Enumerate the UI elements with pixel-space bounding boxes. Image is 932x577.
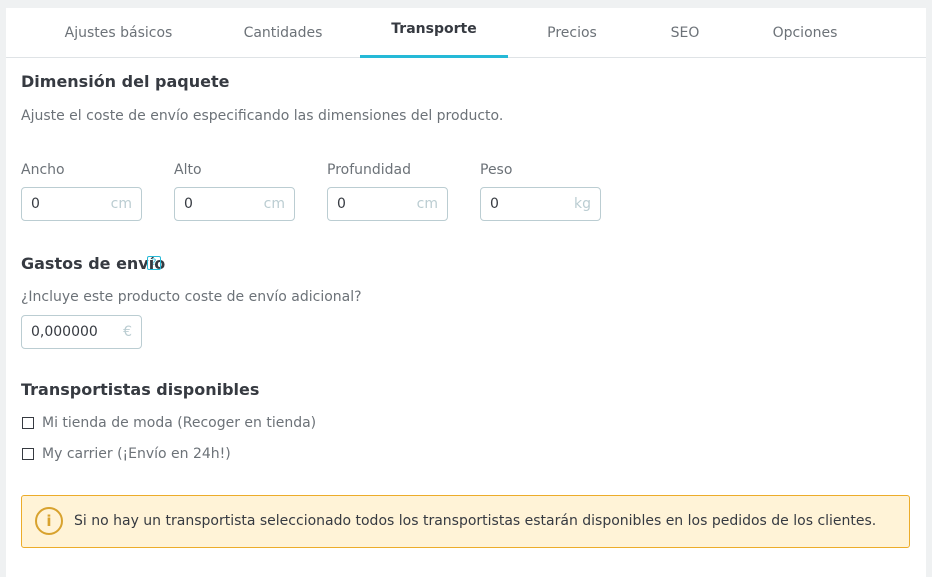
- currency-unit: €: [123, 324, 132, 340]
- height-input[interactable]: 0 cm: [174, 187, 295, 221]
- width-unit: cm: [110, 196, 132, 212]
- question-icon[interactable]: ?: [147, 256, 161, 270]
- carrier-label-store-pickup[interactable]: Mi tienda de moda (Recoger en tienda): [42, 415, 316, 431]
- height-value: 0: [184, 196, 193, 212]
- carrier-checkbox-my-carrier[interactable]: [22, 448, 34, 460]
- shipping-fees-question: ¿Incluye este producto coste de envío ad…: [21, 289, 362, 305]
- carrier-info-alert: i Si no hay un transportista seleccionad…: [21, 495, 910, 548]
- alert-text: Si no hay un transportista seleccionado …: [74, 513, 877, 529]
- depth-label: Profundidad: [327, 162, 412, 178]
- package-dimension-title: Dimensión del paquete: [21, 72, 230, 91]
- additional-shipping-cost-input[interactable]: 0,000000 €: [21, 315, 142, 349]
- depth-unit: cm: [416, 196, 438, 212]
- tab-precios[interactable]: Precios: [532, 8, 612, 57]
- tab-ajustes-basicos[interactable]: Ajustes básicos: [43, 8, 194, 57]
- shipping-fees-title: Gastos de envío: [21, 254, 166, 273]
- weight-value: 0: [490, 196, 499, 212]
- package-dimension-description: Ajuste el coste de envío especificando l…: [21, 108, 504, 124]
- carrier-checkbox-store-pickup[interactable]: [22, 417, 34, 429]
- tab-transporte[interactable]: Transporte: [360, 8, 508, 58]
- product-panel: Ajustes básicos Cantidades Transporte Pr…: [6, 8, 926, 577]
- carrier-label-my-carrier[interactable]: My carrier (¡Envío en 24h!): [42, 446, 231, 462]
- info-icon: i: [35, 507, 63, 535]
- weight-input[interactable]: 0 kg: [480, 187, 601, 221]
- additional-shipping-cost-value: 0,000000: [31, 324, 98, 340]
- height-unit: cm: [263, 196, 285, 212]
- depth-input[interactable]: 0 cm: [327, 187, 448, 221]
- tab-opciones[interactable]: Opciones: [760, 8, 850, 57]
- width-value: 0: [31, 196, 40, 212]
- depth-value: 0: [337, 196, 346, 212]
- width-label: Ancho: [21, 162, 65, 178]
- width-input[interactable]: 0 cm: [21, 187, 142, 221]
- tab-seo[interactable]: SEO: [656, 8, 714, 57]
- tab-cantidades[interactable]: Cantidades: [228, 8, 338, 57]
- carriers-title: Transportistas disponibles: [21, 380, 260, 399]
- weight-label: Peso: [480, 162, 513, 178]
- height-label: Alto: [174, 162, 202, 178]
- product-tabs: Ajustes básicos Cantidades Transporte Pr…: [6, 8, 926, 58]
- weight-unit: kg: [574, 196, 591, 212]
